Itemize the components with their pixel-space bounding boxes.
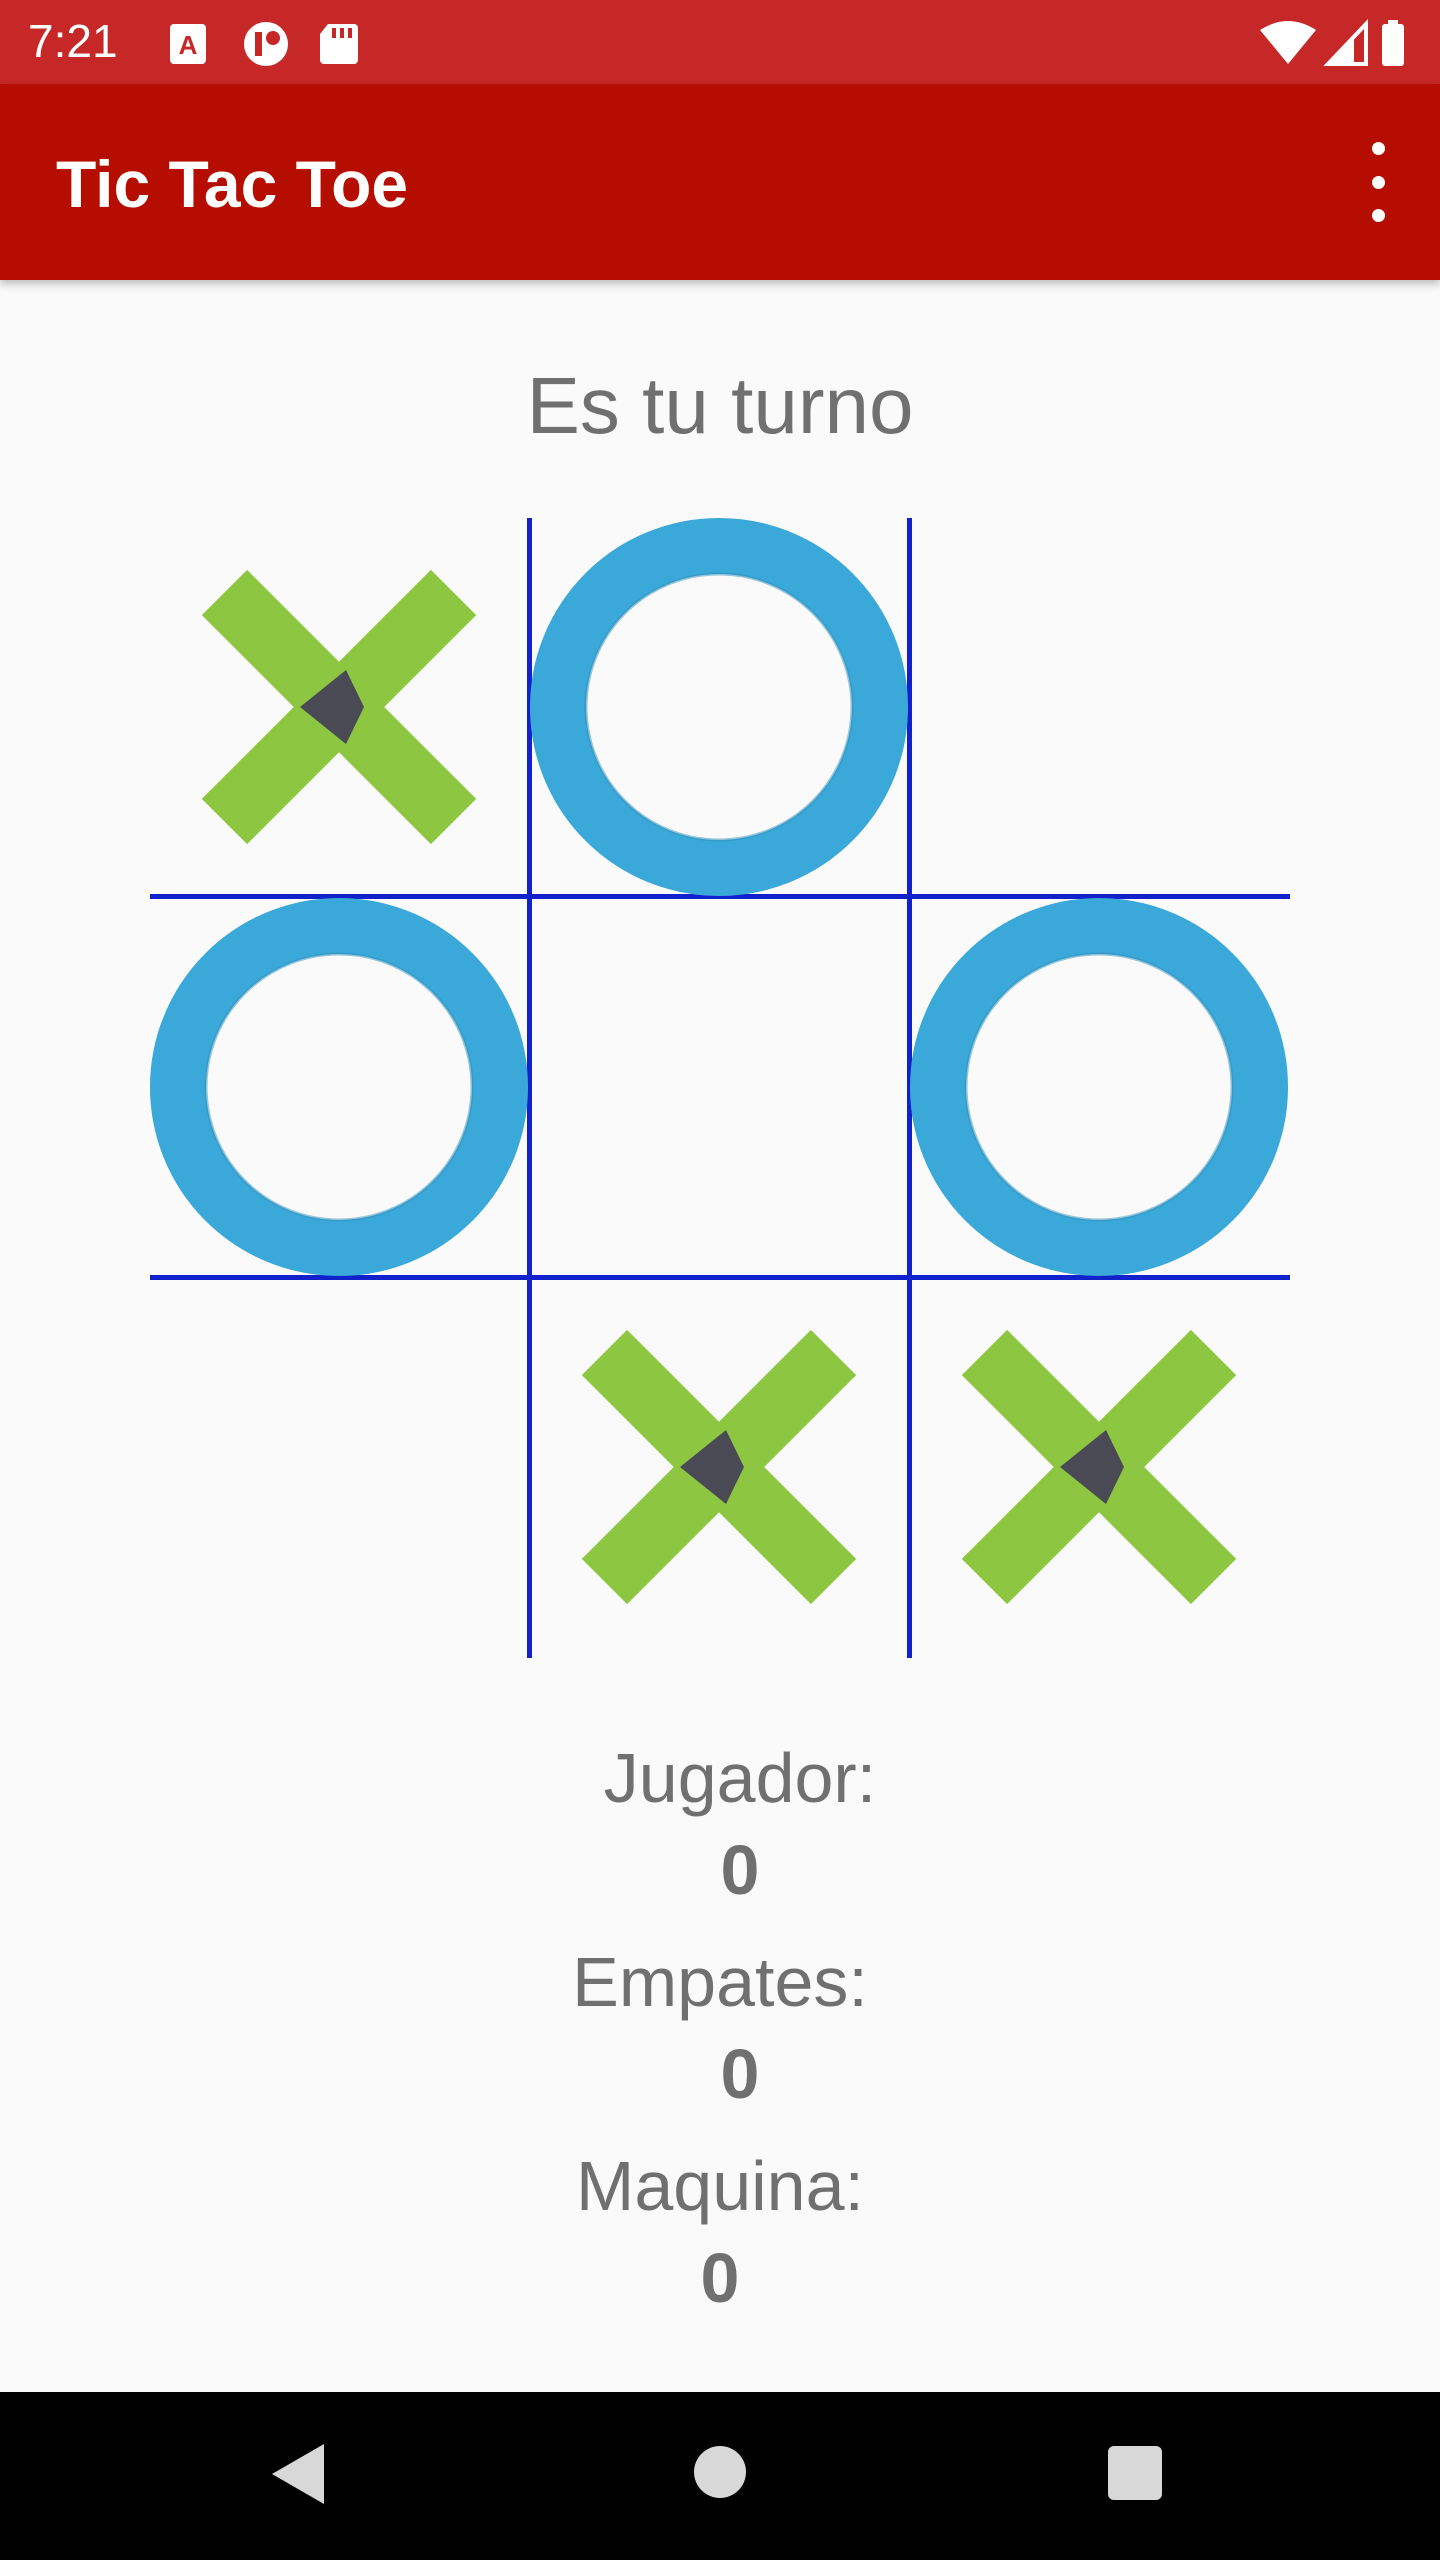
o-mark-icon: [150, 898, 528, 1276]
board-cell-0-0[interactable]: [150, 518, 528, 896]
more-vert-icon[interactable]: [1356, 142, 1400, 222]
x-mark-icon: [961, 1329, 1237, 1605]
board-cell-1-1[interactable]: [530, 898, 908, 1276]
machine-score-value: 0: [700, 2239, 740, 2317]
home-icon[interactable]: [694, 2446, 746, 2498]
wifi-icon: [1260, 21, 1316, 64]
board-cell-0-1[interactable]: [530, 518, 908, 896]
ties-score-label: Empates:: [572, 1943, 868, 2021]
ties-score-value: 0: [720, 2035, 760, 2113]
back-icon[interactable]: [272, 2444, 324, 2504]
signal-icon: [1323, 18, 1368, 66]
sd-card-icon: [320, 24, 358, 64]
player-score-label: Jugador:: [603, 1739, 877, 1817]
app-bar: Tic Tac Toe: [0, 84, 1440, 280]
navigation-bar: [0, 2392, 1440, 2560]
status-icons-left: A: [168, 20, 388, 73]
turn-label: Es tu turno: [526, 361, 914, 450]
board-cell-2-0[interactable]: [150, 1278, 528, 1656]
app-title: Tic Tac Toe: [56, 147, 409, 221]
board-cell-1-2[interactable]: [910, 898, 1288, 1276]
x-mark-icon: [201, 569, 477, 845]
recents-icon[interactable]: [1108, 2446, 1162, 2500]
o-mark-icon: [910, 898, 1288, 1276]
status-time: 7:21: [28, 15, 118, 67]
battery-icon: [1382, 20, 1404, 66]
x-mark-icon: [581, 1329, 857, 1605]
a-notification-icon: A: [170, 24, 206, 64]
o-mark-icon: [530, 518, 908, 896]
svg-text:A: A: [179, 30, 198, 60]
machine-score-label: Maquina:: [576, 2147, 864, 2225]
board-cell-2-2[interactable]: [910, 1278, 1288, 1656]
app-notification-icon: [244, 22, 288, 66]
status-bar: 7:21 A: [0, 0, 1440, 84]
game-board: [150, 518, 1290, 1658]
board-cell-0-2[interactable]: [910, 518, 1288, 896]
board-cell-2-1[interactable]: [530, 1278, 908, 1656]
player-score-value: 0: [720, 1831, 760, 1909]
status-icons-right: [1258, 18, 1418, 73]
board-cell-1-0[interactable]: [150, 898, 528, 1276]
